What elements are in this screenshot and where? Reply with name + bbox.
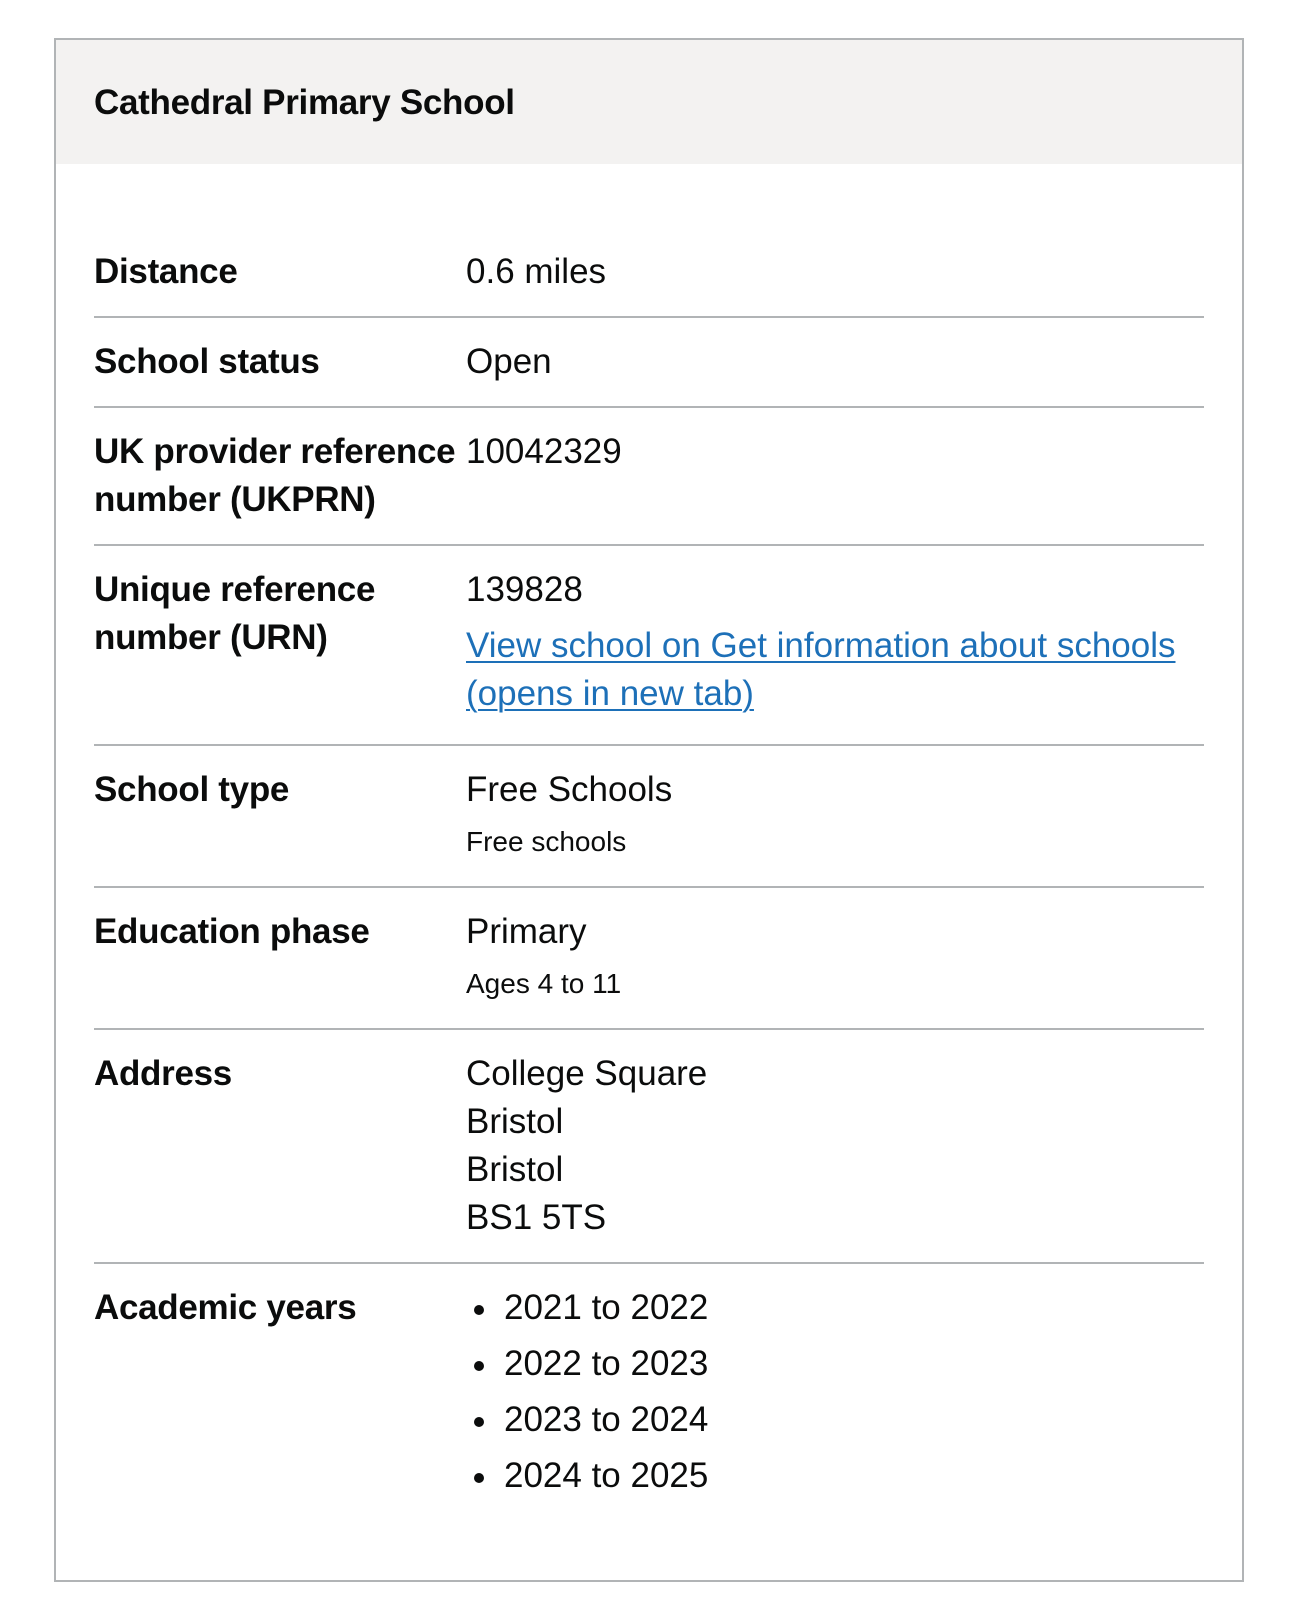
address-line: BS1 5TS (466, 1198, 607, 1237)
academic-year-item: 2022 to 2023 (466, 1340, 1204, 1388)
summary-row-ukprn: UK provider reference number (UKPRN) 100… (94, 408, 1204, 546)
education-phase-value-cell: Primary Ages 4 to 11 (466, 908, 1204, 1002)
urn-value: 139828 (466, 570, 583, 609)
academic-years-key: Academic years (94, 1288, 357, 1327)
academic-years-list: 2021 to 2022 2022 to 2023 2023 to 2024 2… (466, 1284, 1204, 1500)
summary-row-school-type: School type Free Schools Free schools (94, 746, 1204, 888)
address-line: Bristol (466, 1150, 564, 1189)
card-title: Cathedral Primary School (94, 83, 515, 122)
summary-row-address: Address College Square Bristol Bristol B… (94, 1030, 1204, 1264)
academic-year-item: 2023 to 2024 (466, 1396, 1204, 1444)
summary-row-urn: Unique reference number (URN) 139828 Vie… (94, 546, 1204, 746)
school-type-value-cell: Free Schools Free schools (466, 766, 1204, 860)
academic-year-item: 2024 to 2025 (466, 1452, 1204, 1500)
view-school-gias-link[interactable]: View school on Get information about sch… (466, 622, 1204, 718)
school-type-value: Free Schools (466, 770, 673, 809)
school-status-value: Open (466, 342, 552, 381)
summary-list: Distance 0.6 miles School status Open UK… (94, 202, 1204, 1528)
academic-years-value: 2021 to 2022 2022 to 2023 2023 to 2024 2… (466, 1284, 1204, 1508)
summary-row-status: School status Open (94, 318, 1204, 408)
urn-key: Unique reference number (URN) (94, 570, 376, 657)
school-status-key: School status (94, 342, 320, 381)
school-type-key: School type (94, 770, 290, 809)
card-header: Cathedral Primary School (56, 40, 1242, 164)
distance-value: 0.6 miles (466, 252, 607, 291)
address-line: Bristol (466, 1102, 564, 1141)
distance-key: Distance (94, 252, 238, 291)
ukprn-key: UK provider reference number (UKPRN) (94, 432, 456, 519)
ukprn-value: 10042329 (466, 432, 622, 471)
urn-value-cell: 139828 View school on Get information ab… (466, 566, 1204, 718)
summary-row-education-phase: Education phase Primary Ages 4 to 11 (94, 888, 1204, 1030)
summary-row-academic-years: Academic years 2021 to 2022 2022 to 2023… (94, 1264, 1204, 1528)
academic-year-item: 2021 to 2022 (466, 1284, 1204, 1332)
address-key: Address (94, 1054, 232, 1093)
address-value: College Square Bristol Bristol BS1 5TS (466, 1050, 1204, 1242)
education-phase-hint: Ages 4 to 11 (466, 968, 622, 999)
school-type-hint: Free schools (466, 826, 627, 857)
education-phase-key: Education phase (94, 912, 370, 951)
summary-row-distance: Distance 0.6 miles (94, 202, 1204, 318)
education-phase-value: Primary (466, 912, 587, 951)
address-line: College Square (466, 1054, 708, 1093)
school-summary-card: Cathedral Primary School Distance 0.6 mi… (54, 38, 1244, 1582)
